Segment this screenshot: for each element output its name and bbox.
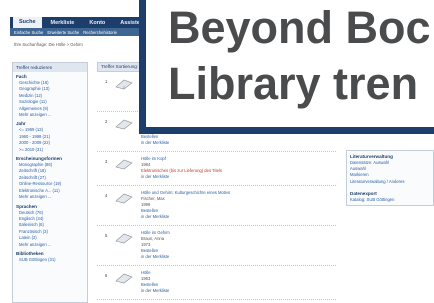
panel-spacer <box>350 185 430 190</box>
book-icon <box>115 273 133 284</box>
record-number: 6 <box>105 273 108 278</box>
facet-format: Erscheinungsformen Monographie (86) Zeit… <box>13 154 87 201</box>
book-icon <box>115 193 133 204</box>
breadcrumb: Ihre Suchanfrage: Die Hölle > Gehirn <box>14 42 83 47</box>
facet-year: Jahr <= 1959 (13) 1960 - 1999 (21) 2000 … <box>13 119 87 154</box>
subtab-search-history[interactable]: Recherchehistorie <box>83 30 117 35</box>
record-watchlist-link[interactable]: in der Merkliste <box>141 214 332 220</box>
overlay-title-line-2: Library tren <box>168 58 419 109</box>
facet-library: Bibliotheken SUB Göttingen (31) <box>13 249 87 264</box>
record-number: 3 <box>105 159 108 164</box>
facet-item[interactable]: >= 2010 (31) <box>16 147 84 153</box>
panel-title: Literaturverwaltung <box>350 154 393 159</box>
record-watchlist-link[interactable]: in der Merkliste <box>141 254 332 260</box>
tab-account[interactable]: Konto <box>83 20 111 26</box>
export-panel: Literaturverwaltung Datensätze: Auswahl … <box>346 150 434 207</box>
overlay-title-line-1: Beyond Boc <box>168 2 431 53</box>
sidebar-header: Treffer reduzieren <box>13 63 87 72</box>
subtab-simple-search[interactable]: Einfache Suche <box>14 30 43 35</box>
record-watchlist-link[interactable]: in der Merkliste <box>141 174 332 180</box>
record-watchlist-link[interactable]: in der Merkliste <box>141 140 332 146</box>
facet-title: Fach <box>16 74 27 79</box>
tab-search[interactable]: Suche <box>13 17 42 28</box>
facet-more-link[interactable]: Mehr anzeigen ... <box>16 112 84 118</box>
book-icon <box>115 159 133 170</box>
record-watchlist-link[interactable]: in der Merkliste <box>141 288 332 294</box>
result-record[interactable]: 5 Hölle im Gehirn Braun, Anna 1973 Beste… <box>97 226 336 266</box>
book-icon <box>115 79 133 90</box>
subtab-advanced-search[interactable]: Erweiterte Suche <box>47 30 79 35</box>
book-icon <box>115 233 133 244</box>
facet-title: Jahr <box>16 121 26 127</box>
record-number: 1 <box>105 79 108 84</box>
result-record[interactable]: 4 Hölle und Gehirn: Kulturgeschichte ein… <box>97 186 336 226</box>
book-icon <box>115 119 133 130</box>
facet-title: Bibliotheken <box>16 250 44 256</box>
title-overlay-card: Beyond Boc Library tren <box>146 0 434 127</box>
facet-sidebar: Treffer reduzieren Fach Geschichte (18) … <box>12 62 88 303</box>
record-number: 5 <box>105 233 108 238</box>
panel-link[interactable]: Katalog: SUB Göttingen <box>350 197 430 203</box>
tab-watchlist[interactable]: Merkliste <box>45 20 81 26</box>
facet-title: Erscheinungsformen <box>16 156 62 162</box>
result-record[interactable]: 3 Hölle im Kopf 1984 Elektronisches (bis… <box>97 152 336 186</box>
facet-item[interactable]: SUB Göttingen (31) <box>16 257 84 263</box>
record-number: 2 <box>105 119 108 124</box>
facet-more-link[interactable]: Mehr anzeigen ... <box>16 242 84 248</box>
facet-language: Sprachen Deutsch (76) Englisch (34) Ital… <box>13 202 87 249</box>
facet-more-link[interactable]: Mehr anzeigen ... <box>16 194 84 200</box>
facet-title: Sprachen <box>16 203 37 209</box>
facet-subject: Fach Geschichte (18) Geographie (13) Med… <box>13 72 87 119</box>
panel-title: Datenexport <box>350 190 377 196</box>
result-record[interactable]: 6 Hölle 1963 Bestellen in der Merkliste <box>97 266 336 300</box>
record-number: 4 <box>105 193 108 198</box>
title-overlay-frame: Beyond Boc Library tren <box>139 0 434 134</box>
